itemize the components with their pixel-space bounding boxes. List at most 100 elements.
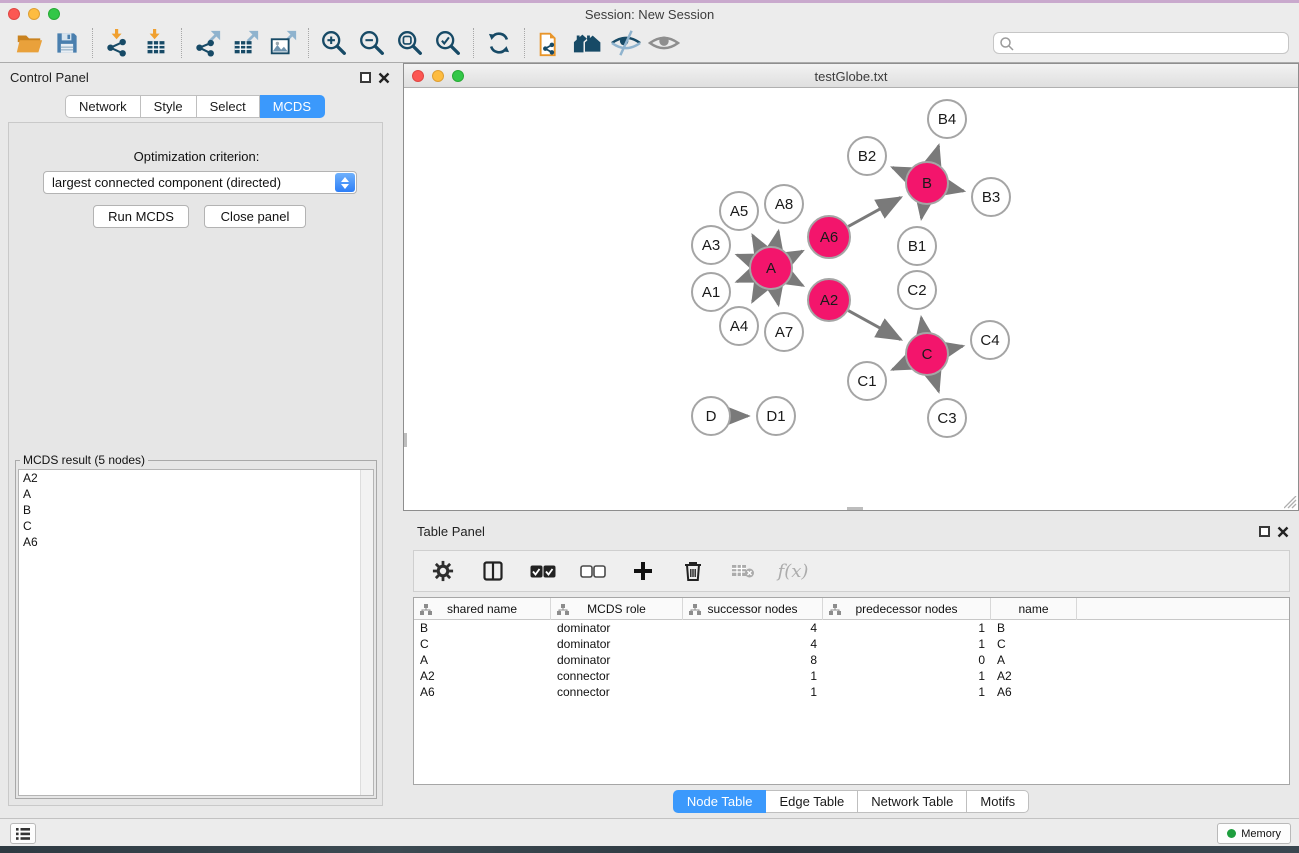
- table-row[interactable]: Adominator80A: [414, 652, 1289, 668]
- result-item[interactable]: A: [19, 486, 373, 502]
- result-item[interactable]: C: [19, 518, 373, 534]
- horizontal-scrollbar-thumb[interactable]: [847, 507, 863, 510]
- graph-node-B3[interactable]: B3: [972, 178, 1010, 216]
- graph-node-A8[interactable]: A8: [765, 185, 803, 223]
- graph-node-A[interactable]: A: [750, 247, 792, 289]
- graph-edge-A-A4[interactable]: [753, 287, 761, 301]
- graph-node-A2[interactable]: A2: [808, 279, 850, 321]
- open-session-icon[interactable]: [10, 27, 48, 59]
- result-item[interactable]: A2: [19, 470, 373, 486]
- import-network-icon[interactable]: [99, 27, 137, 59]
- search-input[interactable]: [993, 32, 1289, 54]
- graph-edge-C-C2[interactable]: [921, 318, 923, 333]
- vertical-scrollbar-thumb[interactable]: [404, 433, 407, 447]
- select-all-checkboxes-icon[interactable]: [530, 558, 556, 584]
- run-mcds-button[interactable]: Run MCDS: [93, 205, 189, 228]
- graph-edge-A-A2[interactable]: [790, 279, 802, 286]
- hide-eye-icon[interactable]: [607, 27, 645, 59]
- tab-style[interactable]: Style: [141, 95, 197, 118]
- graph-node-D1[interactable]: D1: [757, 397, 795, 435]
- graph-edge-A-A6[interactable]: [790, 251, 802, 258]
- graph-edge-C-C3[interactable]: [934, 375, 939, 391]
- function-builder-icon[interactable]: f(x): [780, 558, 806, 584]
- zoom-fit-icon[interactable]: [391, 27, 429, 59]
- graph-node-C4[interactable]: C4: [971, 321, 1009, 359]
- close-table-panel-icon[interactable]: [1277, 525, 1289, 543]
- tab-select[interactable]: Select: [197, 95, 260, 118]
- float-panel-icon[interactable]: [360, 72, 371, 83]
- tab-motifs[interactable]: Motifs: [967, 790, 1029, 813]
- graph-node-C[interactable]: C: [906, 333, 948, 375]
- graph-node-C1[interactable]: C1: [848, 362, 886, 400]
- zoom-out-icon[interactable]: [353, 27, 391, 59]
- graph-edge-A-A8[interactable]: [775, 231, 778, 246]
- tab-network[interactable]: Network: [65, 95, 141, 118]
- graph-node-A7[interactable]: A7: [765, 313, 803, 351]
- close-panel-icon[interactable]: [378, 71, 390, 89]
- tab-node-table[interactable]: Node Table: [673, 790, 767, 813]
- graph-edge-B-B3[interactable]: [949, 188, 964, 191]
- zoom-in-icon[interactable]: [315, 27, 353, 59]
- graph-edge-A-A1[interactable]: [737, 276, 751, 281]
- refresh-layout-icon[interactable]: [480, 27, 518, 59]
- graph-node-C3[interactable]: C3: [928, 399, 966, 437]
- settings-gear-icon[interactable]: [430, 558, 456, 584]
- table-row[interactable]: A6connector11A6: [414, 684, 1289, 700]
- tab-network-table[interactable]: Network Table: [858, 790, 967, 813]
- graph-edge-B-B1[interactable]: [921, 205, 923, 219]
- network-document-icon[interactable]: [531, 27, 569, 59]
- graph-edge-A-A7[interactable]: [775, 290, 778, 305]
- float-table-panel-icon[interactable]: [1259, 526, 1270, 537]
- tab-edge-table[interactable]: Edge Table: [766, 790, 858, 813]
- export-table-icon[interactable]: [226, 27, 264, 59]
- graph-edge-C-C1[interactable]: [893, 363, 907, 370]
- split-view-icon[interactable]: [480, 558, 506, 584]
- graph-node-A3[interactable]: A3: [692, 226, 730, 264]
- graph-edge-A-A5[interactable]: [753, 235, 761, 248]
- delete-table-icon[interactable]: [730, 558, 756, 584]
- optimization-criterion-select[interactable]: largest connected component (directed): [43, 171, 357, 194]
- export-image-icon[interactable]: [264, 27, 302, 59]
- graph-node-B1[interactable]: B1: [898, 227, 936, 265]
- task-history-button[interactable]: [10, 823, 36, 844]
- graph-node-A4[interactable]: A4: [720, 307, 758, 345]
- export-network-icon[interactable]: [188, 27, 226, 59]
- save-session-icon[interactable]: [48, 27, 86, 59]
- add-column-icon[interactable]: [630, 558, 656, 584]
- graph-edge-A2-C[interactable]: [848, 311, 900, 340]
- table-row[interactable]: Bdominator41B: [414, 620, 1289, 636]
- graph-edge-B-B4[interactable]: [934, 146, 939, 162]
- column-header-predecessor-nodes[interactable]: predecessor nodes: [823, 598, 991, 620]
- table-row[interactable]: Cdominator41C: [414, 636, 1289, 652]
- result-item[interactable]: A6: [19, 534, 373, 550]
- deselect-all-checkboxes-icon[interactable]: [580, 558, 606, 584]
- graph-edge-B-B2[interactable]: [893, 168, 907, 175]
- graph-node-A6[interactable]: A6: [808, 216, 850, 258]
- graph-edge-A-A3[interactable]: [737, 255, 750, 260]
- close-panel-button[interactable]: Close panel: [204, 205, 306, 228]
- resize-grip-icon[interactable]: [1284, 496, 1297, 509]
- result-item[interactable]: B: [19, 502, 373, 518]
- show-eye-icon[interactable]: [645, 27, 683, 59]
- column-header-name[interactable]: name: [991, 598, 1077, 620]
- graph-node-B[interactable]: B: [906, 162, 948, 204]
- graph-node-A1[interactable]: A1: [692, 273, 730, 311]
- table-row[interactable]: A2connector11A2: [414, 668, 1289, 684]
- graph-edge-A6-B[interactable]: [848, 198, 900, 227]
- delete-column-icon[interactable]: [680, 558, 706, 584]
- column-header-shared-name[interactable]: shared name: [414, 598, 551, 620]
- home-icon[interactable]: [569, 27, 607, 59]
- graph-node-B2[interactable]: B2: [848, 137, 886, 175]
- column-header-successor-nodes[interactable]: successor nodes: [683, 598, 823, 620]
- tab-mcds[interactable]: MCDS: [260, 95, 325, 118]
- memory-button[interactable]: Memory: [1217, 823, 1291, 844]
- import-table-icon[interactable]: [137, 27, 175, 59]
- column-header-mcds-role[interactable]: MCDS role: [551, 598, 683, 620]
- graph-node-B4[interactable]: B4: [928, 100, 966, 138]
- graph-node-C2[interactable]: C2: [898, 271, 936, 309]
- graph-node-A5[interactable]: A5: [720, 192, 758, 230]
- zoom-selected-icon[interactable]: [429, 27, 467, 59]
- result-list-scrollbar[interactable]: [360, 470, 373, 795]
- graph-edge-C-C4[interactable]: [949, 346, 963, 349]
- graph-node-D[interactable]: D: [692, 397, 730, 435]
